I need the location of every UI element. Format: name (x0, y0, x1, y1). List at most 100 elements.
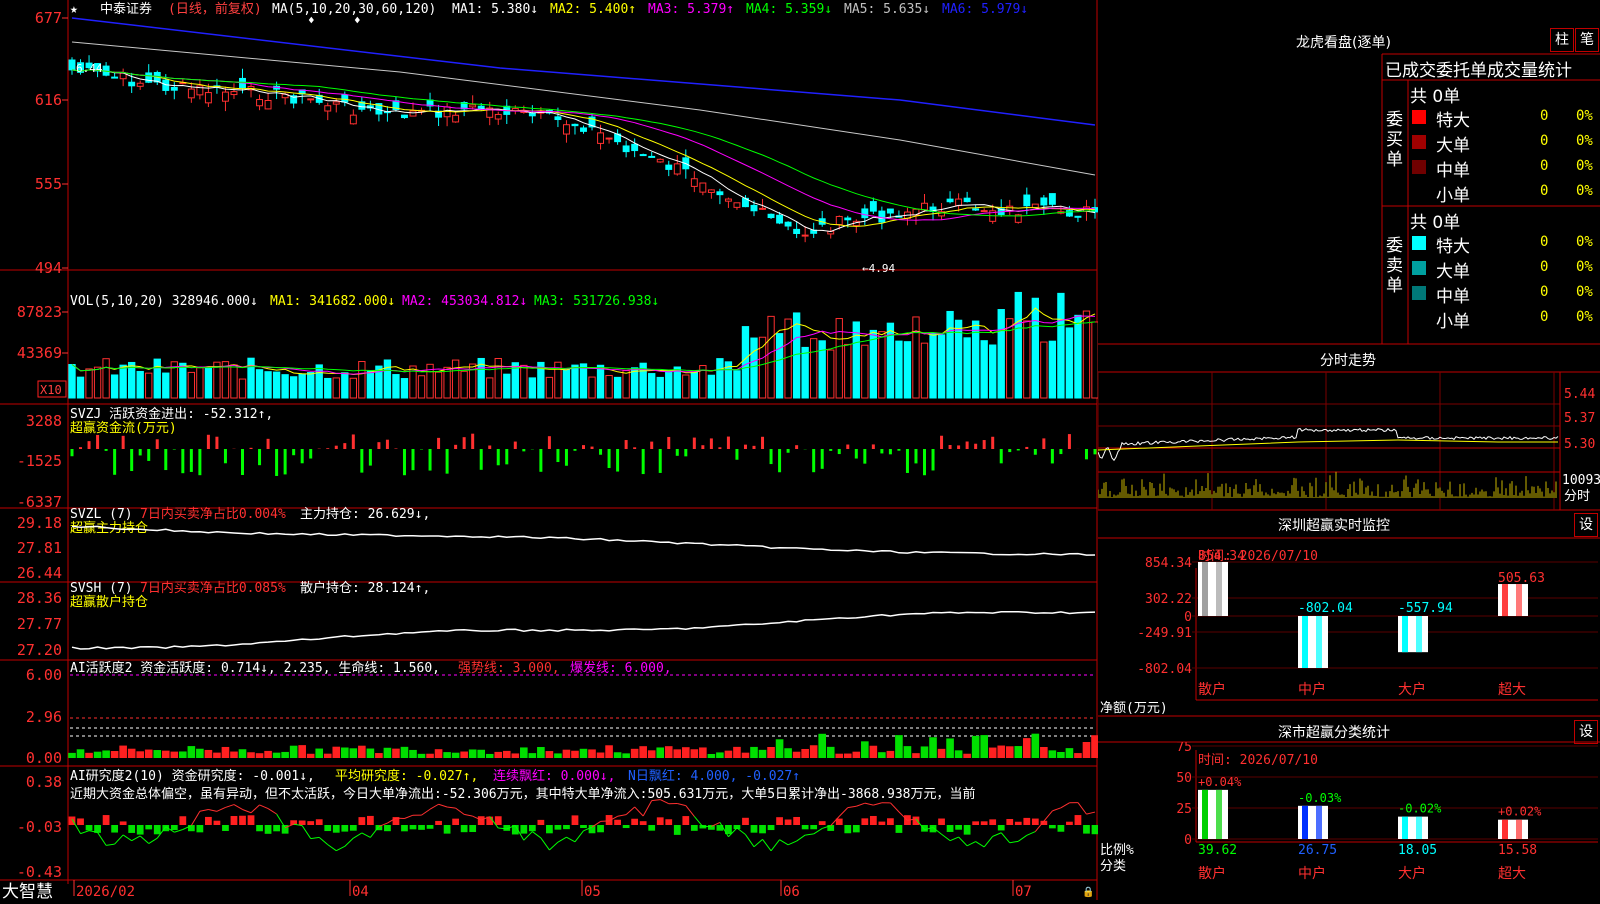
category-label: 超大 (1498, 682, 1526, 698)
order-row-pct: 0% (1576, 259, 1593, 275)
activity-bar (742, 753, 750, 758)
order-color-swatch (1412, 311, 1426, 325)
research-line (643, 801, 652, 816)
category-bar (1298, 616, 1328, 668)
activity-bar (477, 750, 485, 758)
activity-bar (989, 748, 997, 758)
order-row-label: 特大 (1436, 232, 1470, 257)
chart-tick: 0 (1184, 610, 1192, 625)
activity-bar (938, 749, 946, 758)
activity-bar (725, 751, 733, 758)
activity-bar (128, 749, 136, 758)
chart-canvas[interactable]: ★ 中泰证券 (日线，前复权) MA(5,10,20,30,60,120) MA… (0, 0, 1098, 900)
flow-bar (514, 442, 517, 449)
ai2-tick: 0.38 (26, 773, 62, 791)
ma-legend-item: MA5: 5.635↓ (844, 2, 930, 17)
activity-bar (946, 738, 954, 758)
flow-bar (429, 449, 432, 471)
bar-mode-button[interactable]: 柱 (1550, 28, 1574, 52)
candle (231, 92, 237, 95)
flow-bar (974, 444, 977, 449)
flow-bar (326, 448, 329, 449)
research-bar (665, 819, 672, 825)
volume-bar (572, 365, 578, 398)
volume-bar (657, 377, 663, 398)
monitor-settings-button[interactable]: 设 (1574, 513, 1598, 537)
chart-tick: 854.34 (1145, 556, 1192, 571)
activity-bar (904, 746, 912, 758)
research-line (404, 815, 413, 818)
bar-stripe (1216, 790, 1222, 839)
bar-value: -802.04 (1298, 601, 1353, 616)
activity-bar (861, 741, 869, 758)
tick-mode-button[interactable]: 笔 (1575, 28, 1599, 52)
research-line (737, 828, 746, 835)
research-bar (478, 816, 485, 825)
order-row-pct: 0% (1576, 108, 1593, 124)
ai1-tick: 2.96 (26, 708, 62, 726)
flow-bar (147, 449, 150, 461)
activity-bar (247, 752, 255, 758)
order-row-label: 大单 (1436, 131, 1470, 156)
activity-bar (77, 749, 85, 758)
bar-change: -0.02% (1398, 802, 1442, 816)
category-bar (1498, 820, 1528, 839)
flow-bar (914, 449, 917, 463)
activity-bar (580, 749, 588, 758)
vol-unit: X10 (40, 383, 62, 397)
order-row-label: 小单 (1436, 181, 1470, 206)
ma-legend-item: MA2: 5.400↑ (550, 2, 636, 17)
price-tick: 677 (35, 9, 62, 27)
bar-stripe (1502, 584, 1508, 616)
intraday-vol-unit: 分时 (1564, 489, 1590, 504)
activity-bar (188, 746, 196, 758)
star-icon[interactable]: ★ (70, 2, 78, 17)
volume-bar (273, 372, 279, 398)
intraday-title[interactable]: 分时走势 (1320, 350, 1376, 370)
research-bar (623, 825, 630, 828)
flow-bar (173, 449, 176, 450)
research-line (1010, 841, 1019, 842)
activity-bar (170, 752, 178, 758)
flow-bar (591, 447, 594, 449)
bar-stripe (1502, 820, 1508, 839)
volume-bar (188, 372, 194, 398)
bar-stripe (1202, 790, 1208, 839)
research-line (626, 807, 635, 815)
flow-bar (463, 437, 466, 449)
flow-bar (889, 449, 892, 454)
intraday-chart[interactable]: 5.445.375.3010093分时 (1098, 372, 1600, 510)
activity-bar (1049, 750, 1057, 758)
chart-area[interactable]: ★ 中泰证券 (日线，前复权) MA(5,10,20,30,60,120) MA… (0, 0, 1098, 900)
volume-bar (862, 345, 868, 398)
candle (632, 144, 638, 150)
volume-bar (785, 319, 791, 398)
vol-label: VOL(5,10,20) 328946.000↓ (70, 294, 258, 309)
panel-tick: 29.18 (17, 514, 62, 532)
candle (802, 235, 808, 236)
research-line (260, 805, 269, 809)
volume-bar (742, 327, 748, 398)
volume-bar (418, 376, 424, 398)
lock-icon[interactable]: 🔒 (1082, 886, 1094, 898)
classify-settings-button[interactable]: 设 (1574, 720, 1598, 744)
bar-stripe (1516, 584, 1522, 616)
activity-bar (145, 750, 153, 758)
brand-label: 大智慧 (2, 882, 53, 900)
research-line (754, 839, 763, 846)
research-bar (137, 825, 144, 835)
research-line (788, 841, 797, 845)
flow-bar (164, 449, 167, 470)
activity-bar (324, 754, 332, 758)
research-bar (384, 825, 391, 831)
candle (529, 113, 535, 115)
price-tick: 555 (35, 175, 62, 193)
price-axis: 677616555494 (35, 9, 68, 277)
research-bar (1075, 815, 1082, 825)
research-bar (989, 819, 996, 825)
flow-bar (659, 449, 662, 473)
activity-bar (827, 747, 835, 758)
ma-legend-item: MA6: 5.979↓ (942, 2, 1028, 17)
dragon-tabs[interactable]: 已成交委托单成交量统计 (1385, 56, 1572, 81)
research-bar (768, 825, 775, 830)
